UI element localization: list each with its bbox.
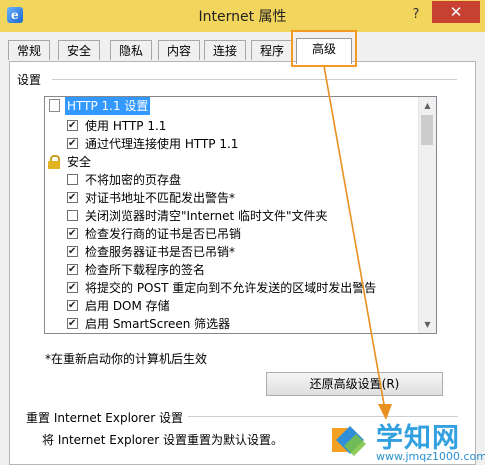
option-label: 不将加密的页存盘 <box>85 173 182 187</box>
option-label: 检查服务器证书是否已吊销* <box>85 245 236 259</box>
settings-group-divider <box>52 79 457 80</box>
tab-strip: 常规 安全 隐私 内容 连接 程序 高级 <box>8 38 478 64</box>
option-label: 使用 HTTP 1.1 <box>85 119 167 133</box>
checkbox[interactable] <box>67 189 78 207</box>
option-label: 对证书地址不匹配发出警告* <box>85 191 236 205</box>
category-label: HTTP 1.1 设置 <box>65 97 151 115</box>
option-label: 将提交的 POST 重定向到不允许发送的区域时发出警告 <box>85 281 377 295</box>
option-label: 检查所下载程序的签名 <box>85 263 206 277</box>
document-icon <box>49 99 60 112</box>
checkbox[interactable] <box>67 117 78 135</box>
option-label: 关闭浏览器时清空"Internet 临时文件"文件夹 <box>85 209 328 223</box>
option-label: 通过代理连接使用 HTTP 1.1 <box>85 137 239 151</box>
checkbox[interactable] <box>67 279 78 297</box>
checkbox[interactable] <box>67 210 78 221</box>
option-label: 启用 SmartScreen 筛选器 <box>85 317 231 331</box>
scroll-up-icon[interactable]: ▲ <box>419 97 436 114</box>
category-label: 安全 <box>67 155 92 169</box>
scroll-down-icon[interactable]: ▼ <box>419 316 436 333</box>
checkbox[interactable] <box>67 297 78 315</box>
option-label: 检查发行商的证书是否已吊销 <box>85 227 242 241</box>
highlight-box <box>291 30 357 67</box>
option-label: 启用 DOM 存储 <box>85 299 170 313</box>
checkbox[interactable] <box>67 243 78 261</box>
checkbox[interactable] <box>67 225 78 243</box>
reset-group-label: 重置 Internet Explorer 设置 <box>26 411 184 425</box>
lock-icon <box>48 155 60 169</box>
close-button[interactable]: ✕ <box>432 1 480 23</box>
checkbox[interactable] <box>67 261 78 279</box>
help-button[interactable]: ? <box>405 5 427 25</box>
tab-connections[interactable]: 连接 <box>204 40 246 60</box>
internet-properties-window: e Internet 属性 ? ✕ 常规 安全 隐私 内容 连接 程序 高级 设… <box>0 0 485 465</box>
restore-advanced-settings-button[interactable]: 还原高级设置(R) <box>266 372 443 396</box>
tab-security[interactable]: 安全 <box>58 40 100 60</box>
settings-list[interactable]: HTTP 1.1 设置 使用 HTTP 1.1 通过代理连接使用 HTTP 1.… <box>44 96 437 334</box>
restart-note: *在重新启动你的计算机后生效 <box>45 352 208 366</box>
title-bar[interactable]: e Internet 属性 ? ✕ <box>0 0 485 32</box>
watermark-logo-icon <box>332 426 366 456</box>
watermark: 学知网 www.jmqz1000.com <box>320 404 485 465</box>
tab-programs[interactable]: 程序 <box>251 40 293 60</box>
tab-content[interactable]: 内容 <box>158 40 200 60</box>
tab-privacy[interactable]: 隐私 <box>110 40 152 60</box>
watermark-url: www.jmqz1000.com <box>376 450 485 463</box>
tab-general[interactable]: 常规 <box>8 40 50 60</box>
settings-scrollbar[interactable]: ▲ ▼ <box>418 97 436 333</box>
reset-description: 将 Internet Explorer 设置重置为默认设置。 <box>42 433 284 447</box>
settings-group-label: 设置 <box>17 73 42 87</box>
checkbox[interactable] <box>67 174 78 185</box>
checkbox[interactable] <box>67 315 78 333</box>
scroll-thumb[interactable] <box>421 115 433 145</box>
checkbox[interactable] <box>67 135 78 153</box>
